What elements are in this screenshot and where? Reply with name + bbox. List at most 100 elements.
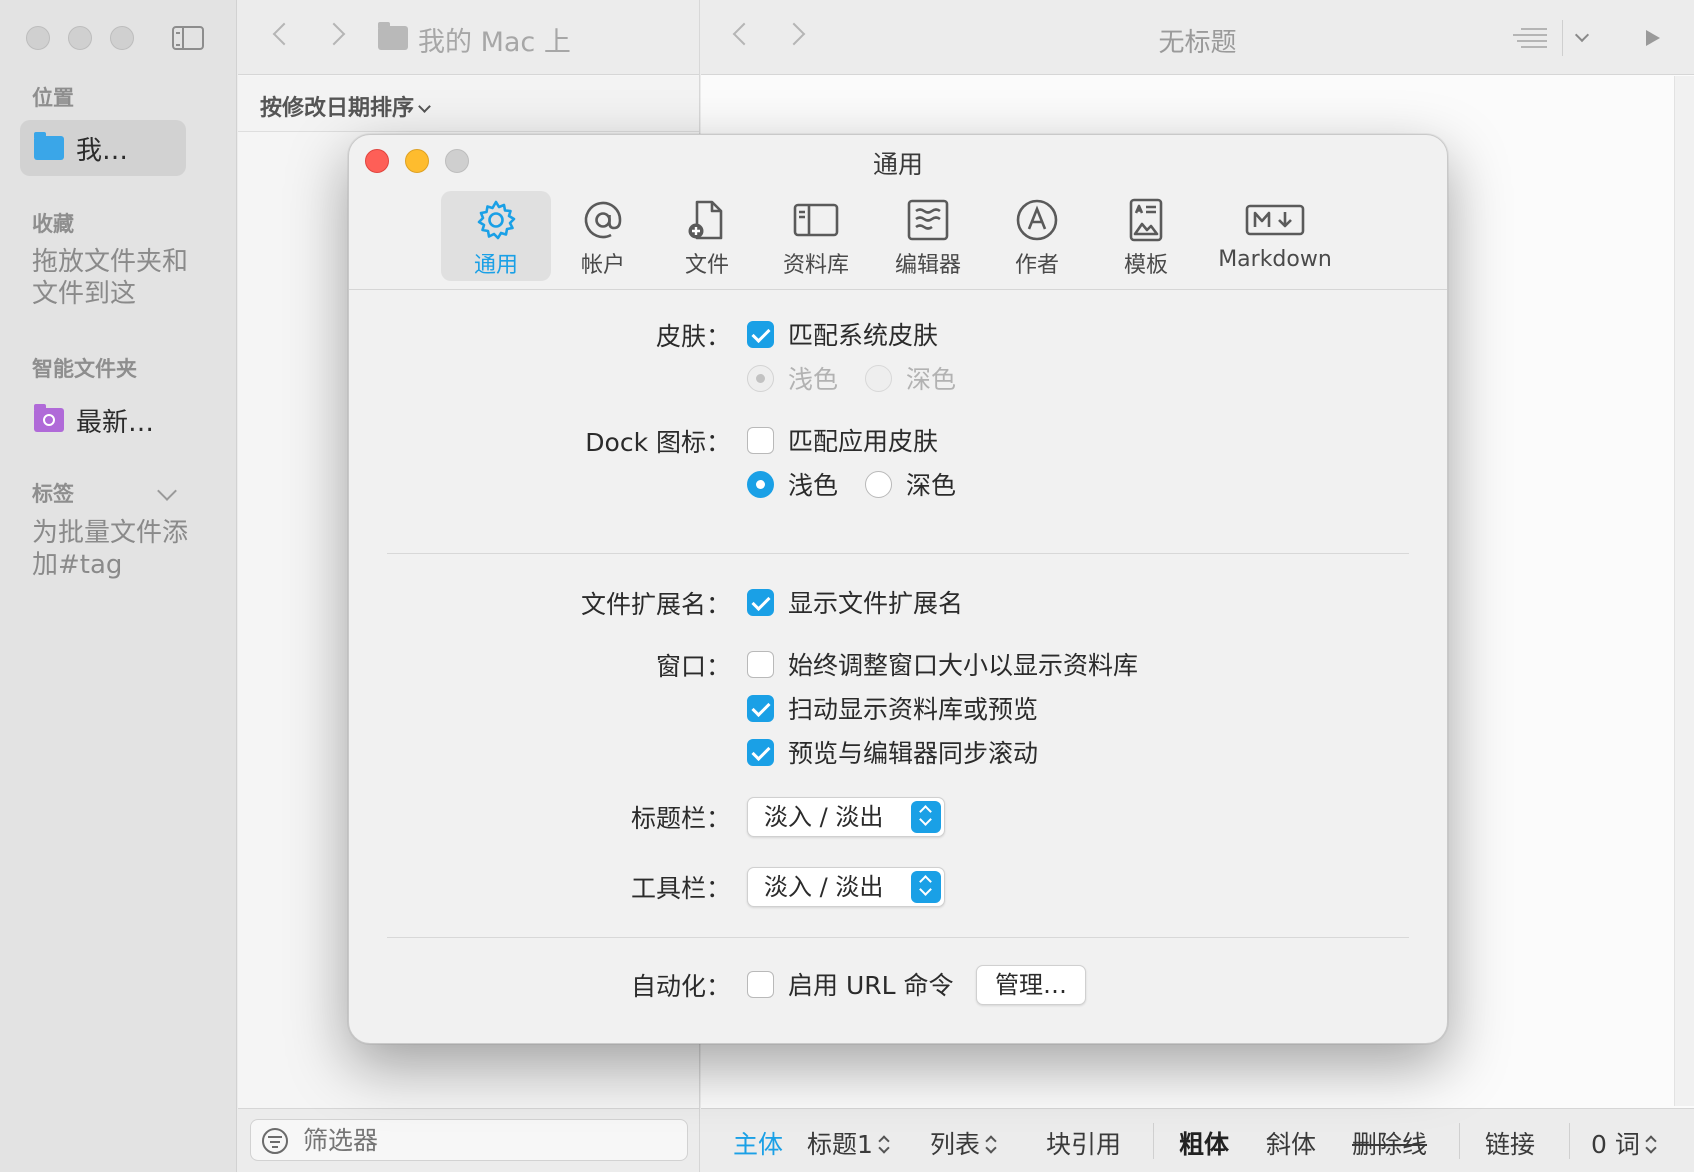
radio-label: 浅色	[788, 365, 839, 394]
checkbox-checked	[747, 320, 774, 348]
show-extension-checkbox[interactable]: 显示文件扩展名	[747, 584, 963, 620]
chevron-down-icon[interactable]	[157, 481, 177, 501]
filter-bar	[238, 1108, 700, 1172]
new-file-icon	[688, 200, 723, 240]
gear-icon	[477, 200, 516, 240]
format-blockquote-button[interactable]: 块引用	[1046, 1125, 1121, 1161]
tab-markdown[interactable]: Markdown	[1205, 191, 1345, 281]
favorites-hint: 拖放文件夹和文件到这	[32, 247, 189, 309]
select-value: 淡入 / 淡出	[764, 803, 884, 831]
path-label[interactable]: 我的 Mac 上	[418, 20, 571, 59]
format-heading-menu[interactable]: 标题1	[807, 1125, 889, 1161]
tab-label: 文件	[684, 253, 729, 278]
section-title-location: 位置	[32, 86, 74, 110]
updown-chevron-icon	[986, 1134, 996, 1156]
format-separator	[1459, 1123, 1460, 1159]
preferences-tabs: 通用 帐户 文件 资料库 编辑器 作者 模板 Markdown	[349, 191, 1447, 290]
dock-dark-radio[interactable]: 深色	[865, 466, 956, 502]
markdown-icon	[1245, 204, 1305, 236]
tab-editor[interactable]: 编辑器	[873, 191, 983, 281]
match-app-skin-checkbox[interactable]: 匹配应用皮肤	[747, 422, 938, 458]
tab-label: 模板	[1123, 253, 1168, 278]
tab-label: 帐户	[580, 253, 625, 278]
checkbox-label: 始终调整窗口大小以显示资料库	[788, 651, 1139, 680]
match-system-skin-checkbox[interactable]: 匹配系统皮肤	[747, 316, 938, 352]
tab-author[interactable]: 作者	[987, 191, 1087, 281]
folder-icon	[378, 22, 408, 50]
zoom-button[interactable]	[110, 26, 134, 50]
editor-icon	[907, 199, 949, 241]
radio-unselected	[865, 470, 892, 498]
resize-window-checkbox[interactable]: 始终调整窗口大小以显示资料库	[747, 646, 1138, 682]
tab-general[interactable]: 通用	[441, 191, 551, 281]
minimize-button[interactable]	[68, 26, 92, 50]
tab-file[interactable]: 文件	[657, 191, 757, 281]
sidebar-item-my-mac[interactable]: 我…	[20, 120, 186, 176]
format-bold-button[interactable]: 粗体	[1179, 1125, 1229, 1161]
app-window: 位置 我… 收藏 拖放文件夹和文件到这 智能文件夹 最新… 标签 为批量文件添加…	[0, 0, 1694, 1172]
checkbox-unchecked	[747, 650, 774, 678]
updown-chevron-icon	[911, 871, 941, 903]
folder-icon	[34, 132, 64, 160]
sort-menu[interactable]: 按修改日期排序	[260, 90, 431, 122]
titlebar-label: 标题栏：	[630, 804, 731, 833]
play-preview-icon[interactable]	[1646, 30, 1660, 46]
enable-url-command-checkbox[interactable]: 启用 URL 命令	[747, 966, 954, 1002]
file-list-toolbar: 我的 Mac 上	[238, 0, 699, 75]
dock-icon-label: Dock 图标：	[585, 428, 731, 457]
tab-label: Markdown	[1218, 247, 1332, 272]
checkbox-unchecked	[747, 426, 774, 454]
format-bar: 主体 标题1 列表 块引用 粗体 斜体 删除线 链接 0 词	[701, 1108, 1694, 1172]
skin-label: 皮肤：	[655, 322, 731, 351]
checkbox-checked	[747, 738, 774, 766]
checkbox-label: 匹配应用皮肤	[788, 427, 939, 456]
checkbox-label: 扫动显示资料库或预览	[788, 695, 1039, 724]
word-count-menu[interactable]: 0 词	[1591, 1125, 1656, 1161]
checkbox-label: 匹配系统皮肤	[788, 321, 939, 350]
at-icon	[584, 201, 622, 239]
checkbox-checked	[747, 588, 774, 616]
toolbar-select[interactable]: 淡入 / 淡出	[747, 867, 945, 907]
library-icon	[793, 203, 839, 237]
sidebar: 位置 我… 收藏 拖放文件夹和文件到这 智能文件夹 最新… 标签 为批量文件添加…	[0, 0, 237, 1172]
tab-account[interactable]: 帐户	[553, 191, 653, 281]
author-icon	[1016, 199, 1058, 241]
tab-label: 资料库	[782, 253, 849, 278]
filter-icon	[262, 1128, 288, 1154]
updown-chevron-icon	[911, 801, 941, 833]
close-button[interactable]	[26, 26, 50, 50]
format-list-menu[interactable]: 列表	[930, 1125, 996, 1161]
format-italic-button[interactable]: 斜体	[1266, 1125, 1316, 1161]
titlebar-select[interactable]: 淡入 / 淡出	[747, 797, 945, 837]
updown-chevron-icon	[879, 1134, 889, 1156]
format-separator	[1153, 1123, 1154, 1159]
forward-arrow-icon[interactable]	[322, 22, 346, 46]
sidebar-toggle-icon[interactable]	[172, 26, 204, 50]
back-arrow-icon[interactable]	[272, 22, 296, 46]
tab-library[interactable]: 资料库	[761, 191, 871, 281]
section-title-smart-folders: 智能文件夹	[32, 357, 137, 381]
filter-input[interactable]	[250, 1119, 688, 1161]
tab-label: 编辑器	[894, 253, 961, 278]
swipe-show-library-checkbox[interactable]: 扫动显示资料库或预览	[747, 690, 1038, 726]
format-strikethrough-button[interactable]: 删除线	[1352, 1125, 1427, 1161]
sidebar-item-recent[interactable]: 最新…	[20, 392, 186, 448]
skin-light-radio: 浅色	[747, 360, 838, 396]
radio-label: 深色	[906, 365, 957, 394]
format-body-button[interactable]: 主体	[733, 1125, 783, 1161]
dock-light-radio[interactable]: 浅色	[747, 466, 838, 502]
tab-template[interactable]: 模板	[1091, 191, 1201, 281]
automation-label: 自动化：	[630, 972, 731, 1001]
section-title-tags: 标签	[32, 482, 74, 506]
sync-scroll-checkbox[interactable]: 预览与编辑器同步滚动	[747, 734, 1038, 770]
window-controls	[26, 26, 134, 50]
format-list-label: 列表	[930, 1130, 981, 1159]
sidebar-item-label: 我…	[76, 135, 129, 166]
manage-button[interactable]: 管理…	[976, 965, 1086, 1005]
tags-hint: 为批量文件添加#tag	[32, 518, 189, 580]
radio-selected	[747, 470, 774, 498]
outline-icon[interactable]	[1507, 26, 1547, 50]
format-link-button[interactable]: 链接	[1485, 1125, 1535, 1161]
toolbar-label: 工具栏：	[630, 874, 731, 903]
updown-chevron-icon	[1646, 1134, 1656, 1156]
